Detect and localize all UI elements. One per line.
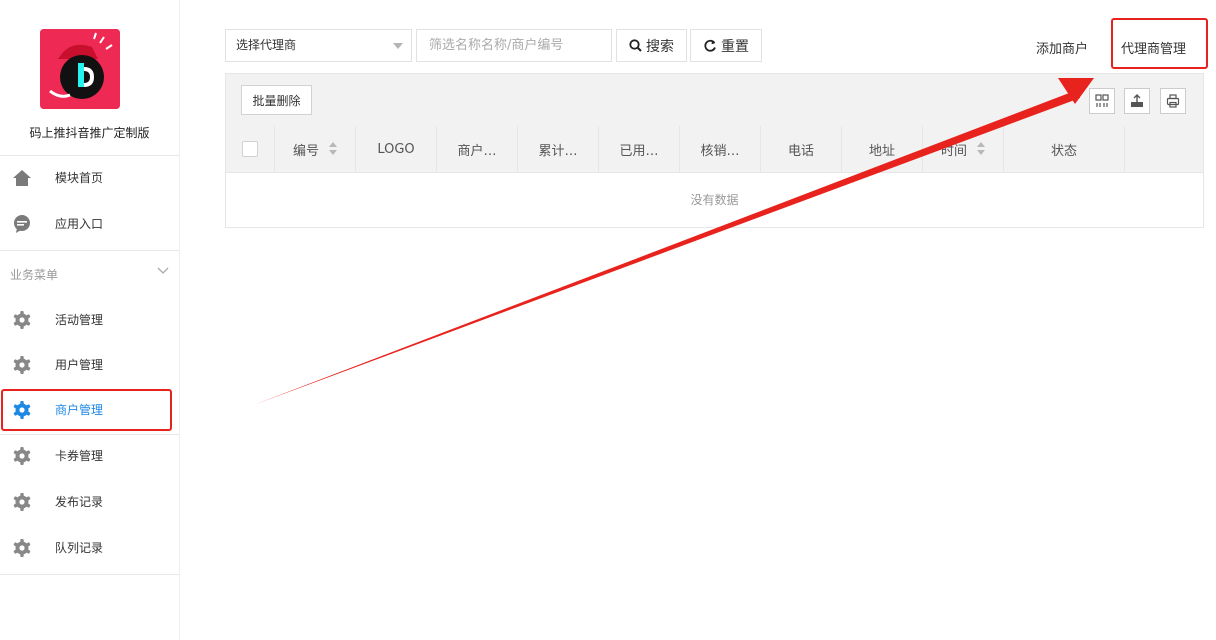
agent-select-value: 选择代理商 bbox=[236, 38, 297, 52]
gear-icon bbox=[13, 311, 31, 329]
nav-item-label: 用户管理 bbox=[55, 358, 104, 372]
column-header-label: 地址 bbox=[868, 143, 895, 159]
column-header-label: 编号 bbox=[292, 143, 319, 159]
agent-management-link[interactable]: 代理商管理 bbox=[1121, 38, 1186, 57]
empty-state: 没有数据 bbox=[690, 193, 739, 207]
divider bbox=[0, 434, 179, 435]
column-header-label: LOGO bbox=[377, 141, 415, 157]
column-header-label: 状态 bbox=[1050, 143, 1077, 159]
table-toolbar: 批量删除 bbox=[226, 74, 1203, 127]
caret-down-icon bbox=[393, 43, 403, 49]
column-header-label: 商户… bbox=[457, 143, 497, 159]
nav-item-publish-records[interactable]: 发布记录 bbox=[0, 482, 179, 522]
column-header-label: 累计… bbox=[538, 143, 578, 159]
gear-icon bbox=[13, 447, 31, 465]
search-icon bbox=[629, 39, 642, 52]
search-input[interactable] bbox=[416, 29, 612, 62]
nav-item-label: 队列记录 bbox=[55, 541, 104, 555]
sort-icon[interactable] bbox=[329, 142, 337, 156]
nav-item-label: 应用入口 bbox=[55, 217, 104, 231]
column-header-label: 已用… bbox=[619, 143, 659, 159]
column-header-phone: 电话 bbox=[761, 126, 842, 172]
gear-icon bbox=[13, 539, 31, 557]
search-button[interactable]: 搜索 bbox=[616, 29, 687, 62]
column-header-verified: 核销… bbox=[680, 126, 761, 172]
nav-item-user-management[interactable]: 用户管理 bbox=[0, 345, 179, 385]
column-header-time[interactable]: 时间 bbox=[923, 126, 1004, 172]
column-header-id[interactable]: 编号 bbox=[275, 126, 356, 172]
app-name: 码上推抖音推广定制版 bbox=[29, 126, 150, 140]
column-header-logo: LOGO bbox=[356, 126, 437, 172]
merchant-table: 批量删除 编号 LOGO 商户… 累计… 已用… 核销… 电话 地址 时间 状态… bbox=[225, 73, 1204, 228]
sidebar: 码上推抖音推广定制版 模块首页 应用入口 业务菜单 活动管理 用户管理 商户管理… bbox=[0, 0, 180, 640]
chat-bubble-icon bbox=[14, 215, 30, 233]
column-header-label: 电话 bbox=[787, 143, 814, 159]
nav-item-app-entry[interactable]: 应用入口 bbox=[0, 204, 179, 244]
app-logo bbox=[40, 29, 120, 109]
column-header-used: 已用… bbox=[599, 126, 680, 172]
columns-icon[interactable] bbox=[1089, 88, 1115, 114]
nav-item-label: 模块首页 bbox=[55, 171, 104, 185]
divider bbox=[0, 250, 179, 251]
bulk-delete-button[interactable]: 批量删除 bbox=[241, 85, 312, 115]
nav-item-label: 活动管理 bbox=[55, 313, 104, 327]
column-header-total: 累计… bbox=[518, 126, 599, 172]
nav-item-queue-records[interactable]: 队列记录 bbox=[0, 528, 179, 568]
agent-select[interactable]: 选择代理商 bbox=[225, 29, 412, 62]
chevron-down-icon[interactable] bbox=[156, 264, 170, 278]
sort-icon[interactable] bbox=[977, 142, 985, 156]
select-all-cell bbox=[226, 126, 275, 172]
print-icon[interactable] bbox=[1160, 88, 1186, 114]
column-header-merchant: 商户… bbox=[437, 126, 518, 172]
tiktok-mascot-icon bbox=[40, 29, 120, 109]
export-icon[interactable] bbox=[1124, 88, 1150, 114]
divider bbox=[0, 574, 179, 575]
home-icon bbox=[13, 170, 31, 186]
nav-item-module-home[interactable]: 模块首页 bbox=[0, 158, 179, 198]
add-merchant-link[interactable]: 添加商户 bbox=[1036, 38, 1088, 57]
column-header-label: 时间 bbox=[940, 143, 967, 159]
select-all-checkbox[interactable] bbox=[242, 141, 258, 157]
column-header-label: 核销… bbox=[700, 143, 740, 159]
nav-item-label: 发布记录 bbox=[55, 495, 104, 509]
gear-icon bbox=[13, 356, 31, 374]
column-header-status: 状态 bbox=[1004, 126, 1125, 172]
refresh-icon bbox=[704, 39, 716, 52]
nav-item-label: 卡券管理 bbox=[55, 449, 104, 463]
reset-button-label: 重置 bbox=[721, 38, 749, 55]
table-header: 编号 LOGO 商户… 累计… 已用… 核销… 电话 地址 时间 状态 bbox=[226, 126, 1203, 173]
gear-icon bbox=[13, 493, 31, 511]
reset-button[interactable]: 重置 bbox=[690, 29, 762, 62]
highlight-box-merchant bbox=[1, 389, 172, 431]
divider bbox=[0, 155, 179, 156]
nav-item-coupon-management[interactable]: 卡券管理 bbox=[0, 436, 179, 476]
search-button-label: 搜索 bbox=[646, 38, 674, 55]
nav-item-activity-management[interactable]: 活动管理 bbox=[0, 300, 179, 340]
section-title: 业务菜单 bbox=[10, 268, 59, 282]
column-header-address: 地址 bbox=[842, 126, 923, 172]
